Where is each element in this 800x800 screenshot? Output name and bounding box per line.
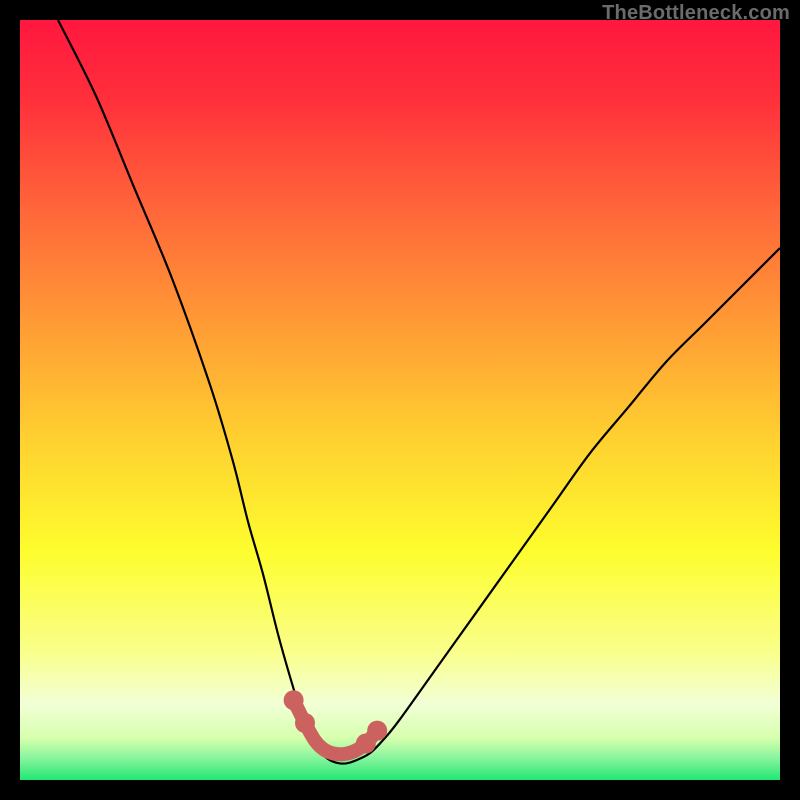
optimal-range-dot [284, 690, 304, 710]
chart-plot-area [20, 20, 780, 780]
chart-svg [20, 20, 780, 780]
optimal-range-dot [295, 713, 315, 733]
outer-frame: TheBottleneck.com [0, 0, 800, 800]
optimal-range-dot [367, 721, 387, 741]
chart-background-gradient [20, 20, 780, 780]
